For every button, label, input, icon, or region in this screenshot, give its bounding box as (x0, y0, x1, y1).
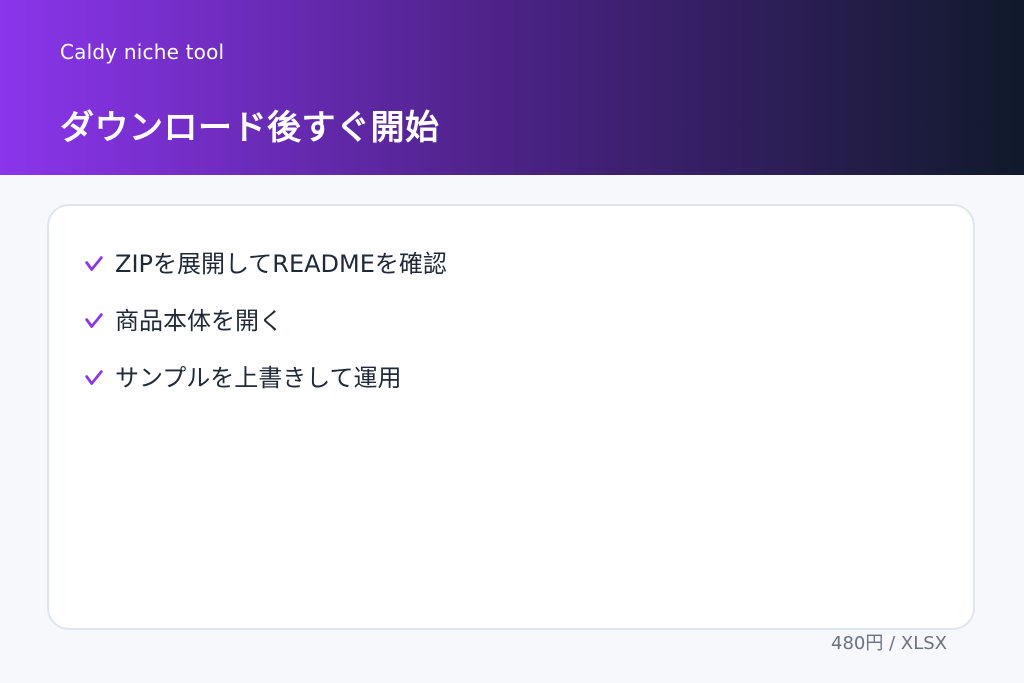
check-icon (85, 256, 103, 271)
page: Caldy niche tool ダウンロード後すぐ開始 ZIPを展開してREA… (0, 0, 1024, 683)
page-title: ダウンロード後すぐ開始 (60, 107, 440, 148)
brand-name: Caldy niche tool (60, 40, 225, 64)
steps-card: ZIPを展開してREADMEを確認 商品本体を開く サンプルを上書きして運用 (47, 204, 975, 630)
check-icon (85, 313, 103, 328)
steps-list: ZIPを展開してREADMEを確認 商品本体を開く サンプルを上書きして運用 (83, 244, 447, 415)
step-label: 商品本体を開く (115, 307, 283, 335)
list-item: 商品本体を開く (83, 301, 447, 341)
step-label: ZIPを展開してREADMEを確認 (115, 250, 447, 278)
list-item: ZIPを展開してREADMEを確認 (83, 244, 447, 284)
list-item: サンプルを上書きして運用 (83, 358, 447, 398)
price-format: 480円 / XLSX (831, 633, 947, 654)
check-icon (85, 370, 103, 385)
hero-header: Caldy niche tool ダウンロード後すぐ開始 (0, 0, 1024, 175)
step-label: サンプルを上書きして運用 (115, 364, 402, 392)
